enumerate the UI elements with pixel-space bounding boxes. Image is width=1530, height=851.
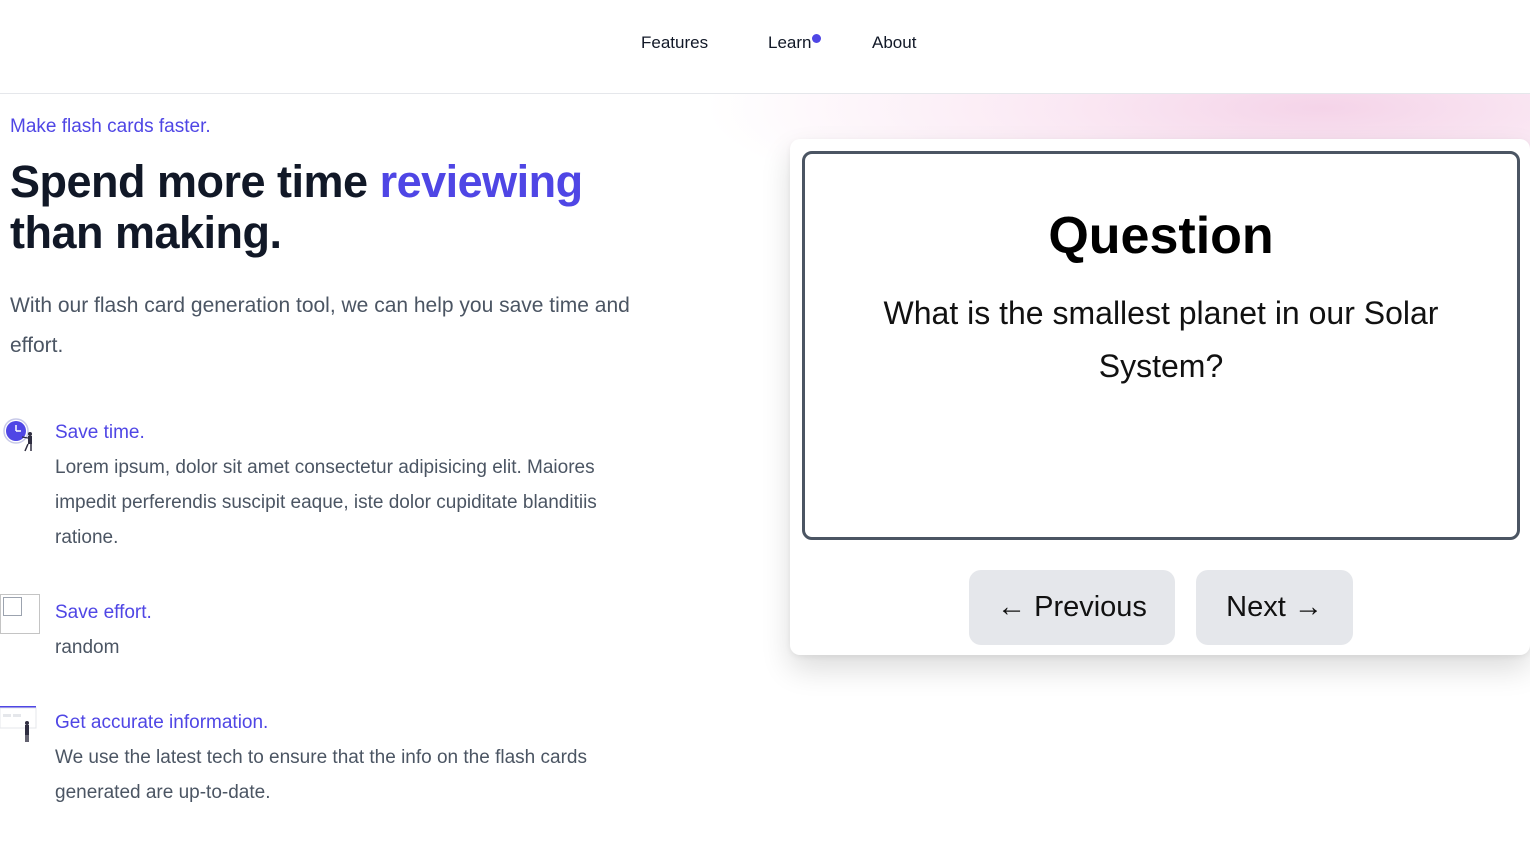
nav-link-features[interactable]: Features: [641, 33, 708, 53]
feature-title: Save effort.: [55, 602, 152, 623]
feature-item: Get accurate information. We use the lat…: [0, 704, 660, 824]
notification-dot: [812, 34, 821, 43]
headline-part-2: than making.: [10, 207, 282, 258]
feature-title: Save time.: [55, 422, 145, 443]
flashcard-heading: Question: [1048, 207, 1274, 265]
top-navigation: Features Learn About: [0, 0, 1530, 94]
broken-image-icon: [0, 594, 40, 634]
nav-link-about[interactable]: About: [872, 33, 916, 53]
next-button[interactable]: Next →: [1196, 570, 1353, 645]
headline-accent: reviewing: [379, 156, 584, 207]
previous-button[interactable]: ← Previous: [969, 570, 1175, 645]
hero-lead: With our flash card generation tool, we …: [10, 294, 630, 357]
headline-part-1: Spend more time: [10, 156, 380, 207]
feature-item: Save time. Lorem ipsum, dolor sit amet c…: [0, 414, 660, 564]
flashcard[interactable]: Question What is the smallest planet in …: [802, 151, 1520, 540]
hero-eyebrow: Make flash cards faster.: [10, 116, 211, 137]
nav-link-learn[interactable]: Learn: [768, 33, 811, 53]
flashcard-panel: Question What is the smallest planet in …: [790, 139, 1530, 655]
feature-description: Lorem ipsum, dolor sit amet consectetur …: [55, 457, 597, 548]
feature-description: random: [55, 637, 120, 658]
hero-headline: Spend more time reviewing than making.: [10, 156, 710, 258]
clock-person-icon: [0, 414, 40, 454]
feature-description: We use the latest tech to ensure that th…: [55, 747, 587, 803]
person-at-board-icon: [0, 704, 40, 744]
feature-title: Get accurate information.: [55, 712, 269, 733]
flashcard-question: What is the smallest planet in our Solar…: [883, 295, 1439, 384]
feature-item: Save effort. random: [0, 594, 660, 674]
